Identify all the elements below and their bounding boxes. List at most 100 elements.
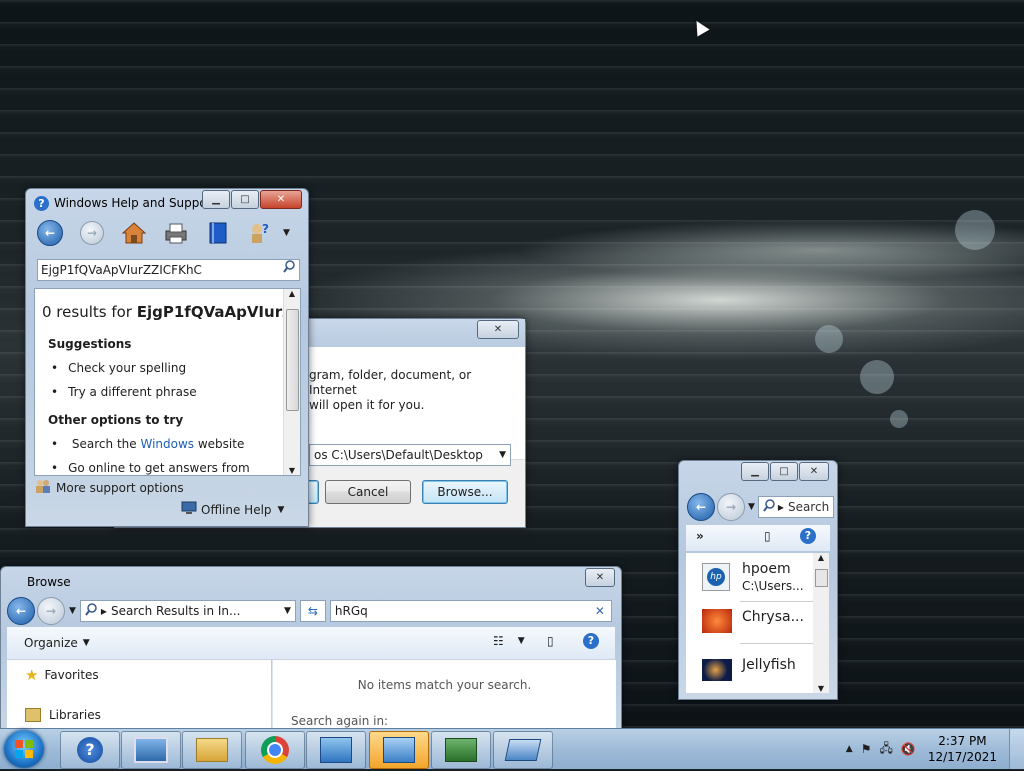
organize-menu[interactable]: Organize ▼	[24, 636, 90, 650]
back-button[interactable]: ←	[7, 597, 35, 625]
forward-icon[interactable]: →	[79, 220, 105, 246]
run-open-combobox[interactable]: os C:\Users\Default\Desktop ▼	[309, 444, 511, 466]
support-people-icon	[35, 479, 51, 496]
scroll-down-icon[interactable]: ▼	[284, 466, 300, 475]
start-button[interactable]	[4, 730, 44, 768]
show-desktop-button[interactable]	[1009, 729, 1024, 769]
browse-window: Browse ✕ ← → ▼ ▸ Search Results in In...…	[0, 566, 622, 738]
cancel-button[interactable]: Cancel	[325, 480, 411, 504]
scroll-down-icon[interactable]: ▼	[813, 684, 829, 693]
taskbar-remote-desktop[interactable]	[493, 731, 553, 769]
offline-help-label: Offline Help	[201, 502, 272, 517]
windows-website-link[interactable]: Windows	[140, 437, 194, 451]
taskbar-chrome[interactable]	[245, 731, 305, 769]
taskbar-windows-explorer[interactable]	[182, 731, 242, 769]
print-icon[interactable]	[163, 220, 189, 246]
more-support-options[interactable]: More support options	[35, 479, 184, 496]
list-item[interactable]: Chrysa...	[742, 609, 804, 625]
options-chevron-icon[interactable]: ▼	[283, 228, 290, 238]
refresh-icon[interactable]: ⇆	[299, 600, 326, 622]
close-button[interactable]: ✕	[799, 462, 829, 481]
jellyfish-thumbnail	[702, 659, 732, 681]
address-chevron-icon[interactable]: ▼	[284, 606, 291, 616]
mouse-cursor	[690, 17, 710, 37]
clock-date: 12/17/2021	[927, 750, 997, 764]
help-title: Windows Help and Support	[54, 196, 217, 210]
help-search-input[interactable]: EjgP1fQVaApVIurZZICFKhC	[37, 259, 300, 281]
back-button[interactable]: ←	[687, 493, 715, 521]
help-results-pane[interactable]: 0 results for EjgP1fQVaApVIurZ Suggestio…	[34, 288, 301, 476]
help-scrollbar[interactable]: ▲ ▼	[283, 289, 300, 475]
run-close-button[interactable]: ✕	[477, 320, 519, 339]
close-button[interactable]: ✕	[260, 190, 302, 209]
preview-pane-icon[interactable]: ▯	[764, 529, 771, 543]
list-scrollbar[interactable]: ▲ ▼	[813, 553, 829, 693]
more-commands-button[interactable]: »	[696, 529, 704, 543]
forward-button[interactable]: →	[37, 597, 65, 625]
small-explorer-command-bar: » ▯ ?	[686, 525, 830, 551]
file-list: hp hpoem C:\Users... Chrysa... Jellyfish…	[686, 553, 829, 693]
recent-pages-icon[interactable]: ▼	[69, 606, 76, 616]
small-explorer-nav: ← → ▼ ▸ Search	[687, 493, 834, 521]
list-item[interactable]: hpoem C:\Users...	[742, 561, 804, 593]
help-icon[interactable]: ?	[800, 528, 816, 544]
clear-search-icon[interactable]: ✕	[595, 604, 605, 618]
preview-pane-icon[interactable]: ▯	[547, 634, 554, 648]
offline-help-dropdown[interactable]: Offline Help ▼	[181, 501, 284, 518]
browse-title: Browse	[27, 575, 71, 589]
taskbar: ? ▲ ⚑ 🖧 🔇 2:37 PM 12/17/2021	[0, 728, 1024, 769]
nav-item-favorites[interactable]: ★ Favorites	[25, 666, 99, 684]
scroll-thumb[interactable]	[286, 309, 299, 411]
browse-button[interactable]: Browse...	[422, 480, 508, 504]
scroll-up-icon[interactable]: ▲	[284, 289, 300, 298]
recent-pages-icon[interactable]: ▼	[748, 502, 755, 512]
search-input[interactable]: ▸ Search	[757, 496, 834, 518]
divider	[740, 643, 816, 644]
browse-navigation-bar: ← → ▼ ▸ Search Results in In... ▼ ⇆ hRGq…	[7, 597, 615, 625]
taskbar-control-panel[interactable]	[306, 731, 366, 769]
list-item[interactable]: Jellyfish	[742, 657, 796, 673]
taskbar-system[interactable]	[431, 731, 491, 769]
home-icon[interactable]	[121, 220, 147, 246]
run-icon	[383, 737, 415, 763]
run-description-line1: gram, folder, document, or Internet	[309, 368, 472, 397]
taskbar-picture-viewer[interactable]	[121, 731, 181, 769]
address-bar[interactable]: ▸ Search Results in In... ▼	[79, 600, 296, 622]
action-center-flag-icon[interactable]: ⚑	[861, 742, 872, 756]
taskbar-run[interactable]	[369, 731, 429, 769]
command-bar: Organize ▼ ☷ ▼ ▯ ?	[7, 627, 615, 660]
minimize-button[interactable]: ▁	[741, 462, 769, 481]
ask-icon[interactable]: ?	[247, 220, 273, 246]
suggestion-item: Check your spelling	[51, 361, 186, 375]
scroll-up-icon[interactable]: ▲	[813, 553, 829, 562]
nav-item-libraries[interactable]: Libraries	[25, 708, 101, 722]
maximize-button[interactable]: □	[231, 190, 259, 209]
back-icon[interactable]: ←	[37, 220, 63, 246]
search-icon	[763, 498, 775, 516]
show-hidden-icons[interactable]: ▲	[846, 744, 853, 754]
scroll-thumb[interactable]	[815, 569, 828, 587]
network-icon[interactable]: 🖧	[879, 739, 892, 760]
change-view-button[interactable]: ☷ ▼	[493, 634, 525, 648]
picture-icon	[134, 737, 168, 763]
folder-icon	[196, 738, 228, 762]
star-icon: ★	[25, 666, 39, 684]
wallpaper-bokeh	[815, 325, 843, 353]
breadcrumb-arrow-icon: ▸	[777, 500, 784, 514]
small-explorer-window: ▁ □ ✕ ← → ▼ ▸ Search » ▯ ? hp hpoem C:\U…	[678, 460, 838, 700]
volume-muted-icon[interactable]: 🔇	[901, 742, 916, 756]
maximize-button[interactable]: □	[770, 462, 798, 481]
hp-icon: hp	[702, 563, 730, 591]
help-icon[interactable]: ?	[583, 633, 599, 649]
organize-label: Organize	[24, 636, 78, 650]
clock[interactable]: 2:37 PM 12/17/2021	[928, 733, 997, 765]
search-input[interactable]: hRGq ✕	[329, 600, 612, 622]
taskbar-help-and-support[interactable]: ?	[60, 731, 120, 769]
other-option-item: Go online to get answers from	[51, 461, 250, 475]
forward-button[interactable]: →	[717, 493, 745, 521]
minimize-button[interactable]: ▁	[202, 190, 230, 209]
browse-close-button[interactable]: ✕	[585, 568, 615, 587]
browse-help-icon[interactable]	[205, 220, 231, 246]
chevron-down-icon[interactable]: ▼	[499, 445, 506, 465]
search-icon[interactable]	[283, 260, 295, 280]
